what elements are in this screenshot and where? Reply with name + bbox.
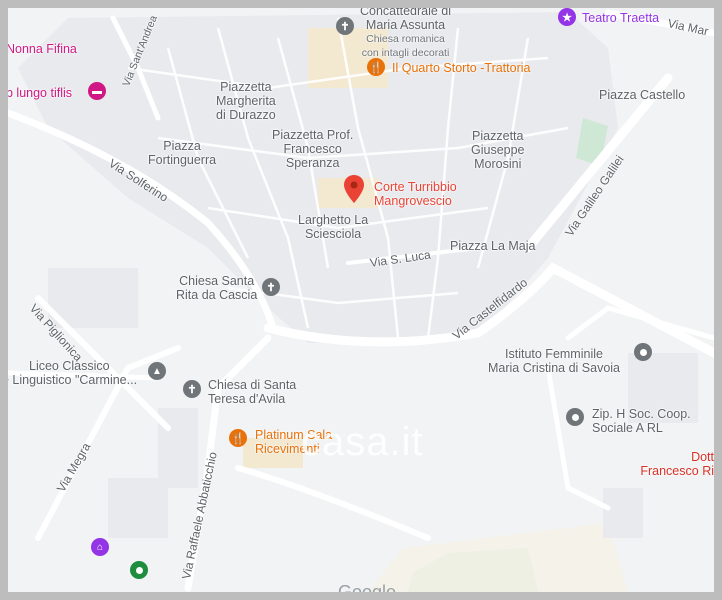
place-label-teatro[interactable]: Teatro Traetta xyxy=(582,11,659,25)
map-frame: Corte Turribbio Mangrovescio ✝ Concattedr… xyxy=(0,0,722,600)
place-label-zip[interactable]: Zip. H Soc. Coop. Sociale A RL xyxy=(592,407,691,435)
theater-icon[interactable]: ⌂ xyxy=(91,538,109,556)
place-label-bnb[interactable]: b lungo tiflis xyxy=(8,86,72,100)
square-label-fortinguerra: Piazza Fortinguerra xyxy=(148,139,217,167)
building xyxy=(108,478,168,538)
place-label-liceo[interactable]: Liceo Classico e Linguistico "Carmine... xyxy=(8,359,137,387)
hotel-icon[interactable]: ▬ xyxy=(88,82,106,100)
place-label-concattedrale[interactable]: Concattedrale di Maria Assunta Chiesa ro… xyxy=(360,8,451,60)
square-label-larghetto: Larghetto La Sciesciola xyxy=(298,213,369,241)
generic-poi-icon[interactable] xyxy=(634,343,652,361)
restaurant-icon[interactable]: 🍴 xyxy=(229,429,247,447)
watermark: casa.it xyxy=(301,420,424,464)
restaurant-icon[interactable]: 🍴 xyxy=(367,58,385,76)
church-icon[interactable]: ✝ xyxy=(262,278,280,296)
map-pin-icon[interactable] xyxy=(344,175,364,203)
square-label-maja: Piazza La Maja xyxy=(450,239,536,253)
square-label-castello: Piazza Castello xyxy=(599,88,686,102)
place-label-dott[interactable]: Dott Francesco Ri xyxy=(634,450,714,478)
theater-icon[interactable]: ★ xyxy=(558,8,576,26)
place-label-chiesa-teresa[interactable]: Chiesa di Santa Teresa d'Avila xyxy=(208,378,296,406)
building xyxy=(603,488,643,538)
church-icon[interactable]: ✝ xyxy=(183,380,201,398)
google-logo: Google xyxy=(338,582,397,600)
generic-poi-icon[interactable] xyxy=(566,408,584,426)
road-south xyxy=(235,465,431,541)
sand-area xyxy=(368,523,628,592)
selected-place-label[interactable]: Corte Turribbio Mangrovescio xyxy=(374,180,457,208)
place-label-quarto[interactable]: Il Quarto Storto -Trattoria xyxy=(392,61,530,75)
square-label-durazzo: Piazzetta Margherita di Durazzo xyxy=(216,80,276,122)
church-icon[interactable]: ✝ xyxy=(336,17,354,35)
school-icon[interactable]: ▲ xyxy=(148,362,166,380)
road-east-2 xyxy=(545,365,611,511)
square-label-speranza: Piazzetta Prof. Francesco Speranza xyxy=(272,128,354,170)
place-label-istituto[interactable]: Istituto Femminile Maria Cristina di Savo… xyxy=(488,347,620,375)
place-label-nonna[interactable]: Nonna Fifina xyxy=(8,42,77,56)
attraction-icon[interactable] xyxy=(130,561,148,579)
square-label-morosini: Piazzetta Giuseppe Morosini xyxy=(471,129,525,171)
place-label-chiesa-rita[interactable]: Chiesa Santa Rita da Cascia xyxy=(176,274,257,302)
